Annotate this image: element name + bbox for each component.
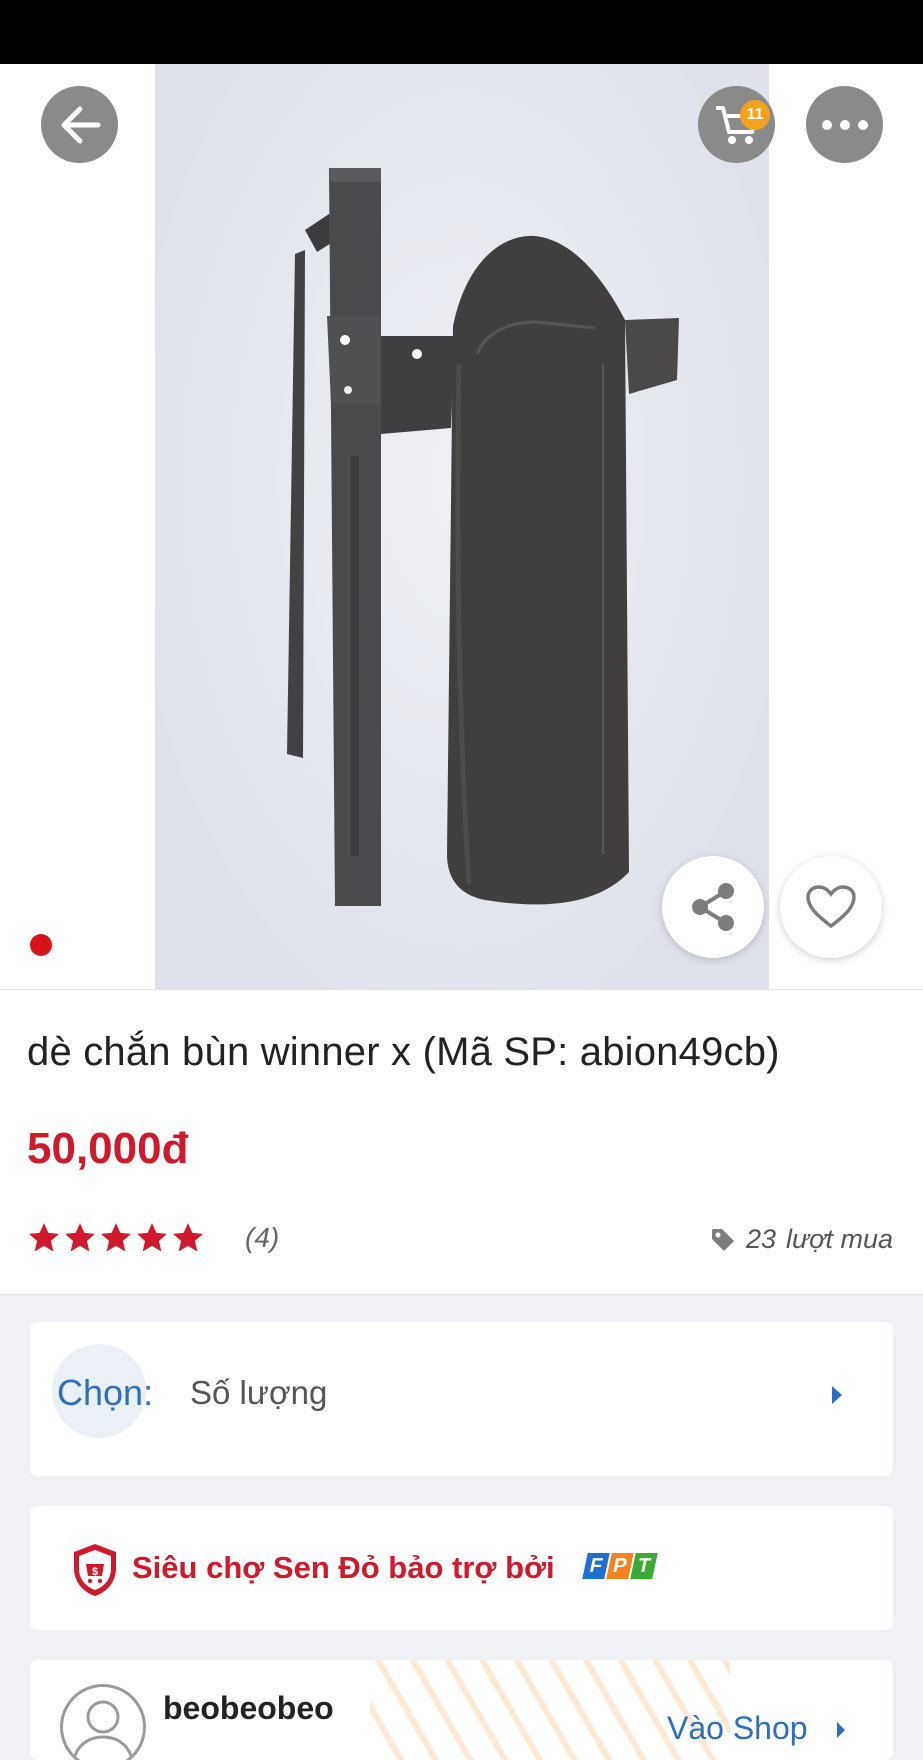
arrow-left-icon <box>61 106 100 143</box>
caret-right-icon <box>832 1386 842 1404</box>
shield-icon: $ <box>74 1544 116 1596</box>
mudguard-image <box>287 168 679 906</box>
guarantee-banner: $ Siêu chợ Sen Đỏ bảo trợ bởi F P T <box>30 1506 893 1630</box>
shop-name: beobeobeo <box>163 1690 334 1726</box>
product-gallery[interactable]: 11 <box>0 64 923 989</box>
rating-count[interactable]: (4) <box>245 1222 279 1254</box>
user-icon <box>72 1700 134 1760</box>
star-icon <box>65 1223 95 1252</box>
shop-card[interactable]: beobeobeo Vào Shop <box>30 1660 893 1760</box>
option-value: Số lượng <box>190 1374 328 1411</box>
sold-info: 23 lượt mua <box>710 1224 893 1255</box>
share-button[interactable] <box>662 856 764 958</box>
status-bar <box>0 0 923 64</box>
product-photo[interactable] <box>155 64 769 989</box>
visit-shop-link[interactable]: Vào Shop <box>667 1710 808 1747</box>
shop-avatar[interactable] <box>60 1684 146 1760</box>
svg-text:$: $ <box>92 1566 98 1578</box>
cart-count-badge: 11 <box>740 100 770 130</box>
star-icon <box>137 1223 167 1252</box>
back-button[interactable] <box>41 86 118 163</box>
option-label: Chọn: <box>57 1372 154 1413</box>
star-icon <box>101 1223 131 1252</box>
tag-icon <box>712 1228 734 1251</box>
product-title: dè chắn bùn winner x (Mã SP: abion49cb) <box>27 1030 780 1074</box>
share-icon <box>692 883 734 931</box>
favorite-button[interactable] <box>780 856 882 958</box>
caret-right-icon <box>837 1722 845 1738</box>
star-icon <box>173 1223 203 1252</box>
more-horizontal-icon <box>821 119 868 130</box>
star-icon <box>29 1223 59 1252</box>
rating-stars[interactable] <box>27 1221 205 1255</box>
heart-icon <box>806 885 856 929</box>
guarantee-text: Siêu chợ Sen Đỏ bảo trợ bởi <box>132 1550 555 1585</box>
product-price: 50,000đ <box>27 1124 189 1173</box>
sold-label: lượt mua <box>786 1224 894 1254</box>
more-options-button[interactable] <box>806 86 883 163</box>
product-info: dè chắn bùn winner x (Mã SP: abion49cb) … <box>0 989 923 1295</box>
sold-count: 23 <box>746 1224 777 1254</box>
option-selector[interactable]: Chọn: Số lượng <box>30 1322 893 1476</box>
gallery-page-indicator[interactable] <box>30 934 52 956</box>
fpt-logo: F P T <box>582 1553 658 1579</box>
